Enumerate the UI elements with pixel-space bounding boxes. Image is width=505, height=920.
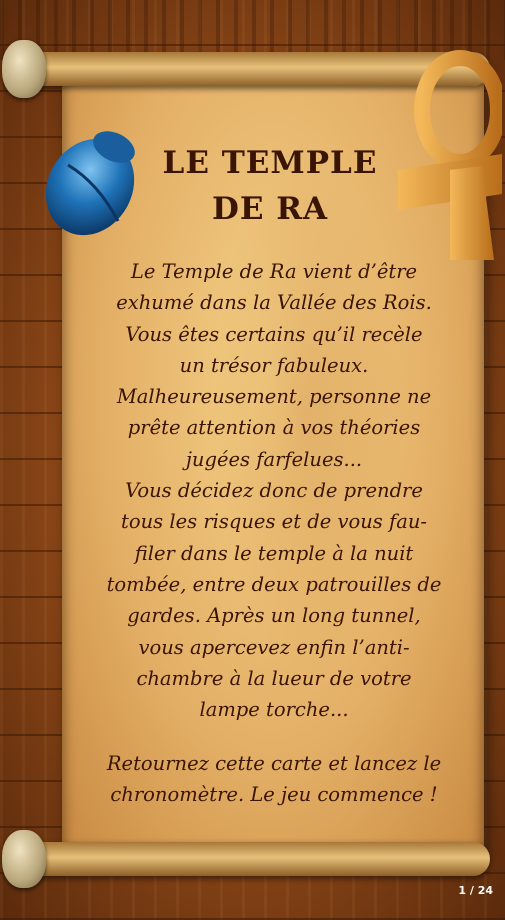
instruction-text: Retournez cette carte et lancez le chron… [106, 752, 442, 807]
scroll-top-knob [2, 40, 46, 98]
story-text: Le Temple de Ra vient d’être exhumé dans… [106, 260, 442, 722]
scroll-bottom-roller [14, 842, 490, 876]
scroll-bottom-knob [2, 830, 46, 888]
page-indicator: 1 / 24 [458, 884, 493, 897]
card-title: LE TEMPLE DE RA [162, 145, 378, 227]
